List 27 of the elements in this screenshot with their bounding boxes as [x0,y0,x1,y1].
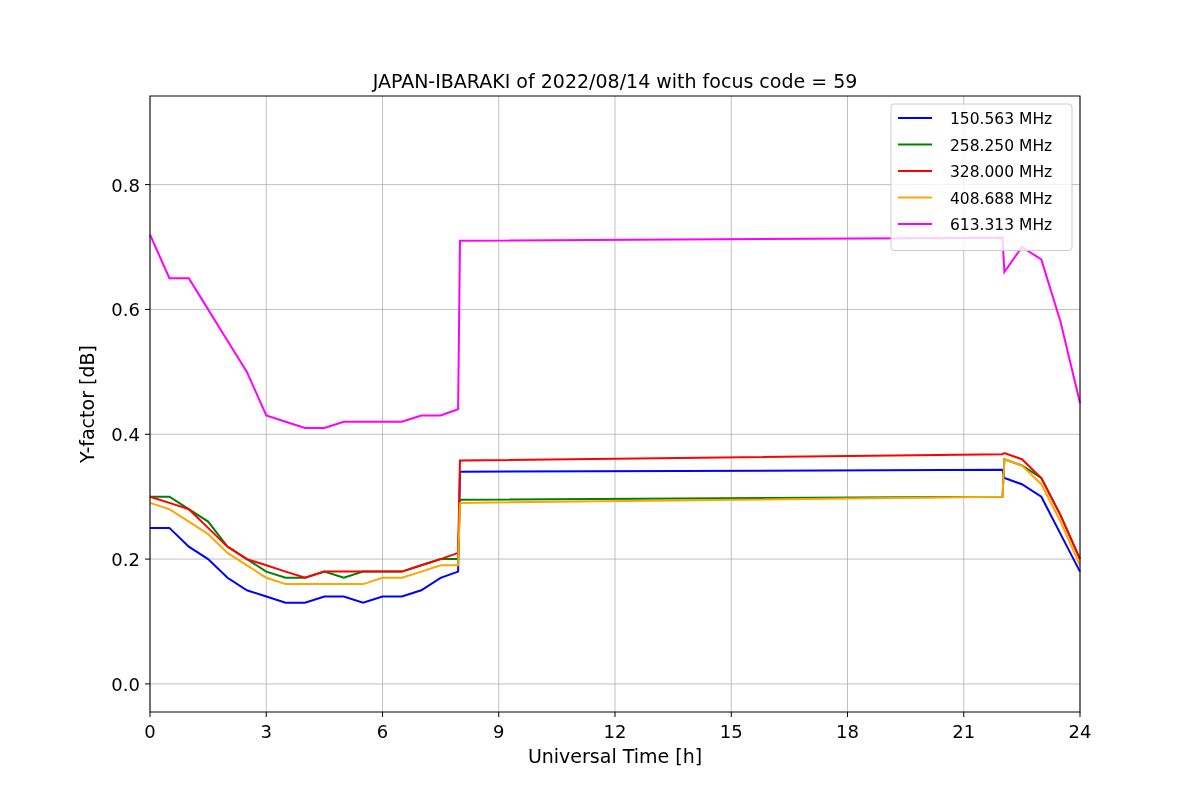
x-tick-label: 3 [260,721,272,742]
y-tick-label: 0.4 [111,424,140,446]
y-axis-label: Y-factor [dB] [76,345,98,463]
legend-line-icon [897,223,933,225]
x-tick-label: 24 [1068,721,1092,742]
y-tick-label: 0.6 [111,299,140,321]
x-tick-label: 0 [144,721,156,742]
legend-label: 328.000 MHz [950,163,1053,181]
x-tick-label: 12 [603,721,627,742]
legend-label: 150.563 MHz [950,110,1053,128]
x-tick-label: 18 [836,721,859,742]
legend-line-icon [897,117,933,119]
legend-line-icon [897,143,933,146]
chart-title: JAPAN-IBARAKI of 2022/08/14 with focus code = 59 [372,70,858,92]
legend-label: 408.688 MHz [950,189,1053,208]
x-tick-label: 6 [376,721,389,742]
legend-line-icon [897,170,933,172]
legend-label: 258.250 MHz [950,136,1053,155]
legend-line-icon [897,196,933,199]
y-tick-label: 0.0 [111,673,140,695]
x-tick-label: 21 [952,721,976,742]
y-tick-label: 0.2 [111,549,140,571]
x-tick-label: 15 [719,721,743,742]
x-axis-label: Universal Time [h] [527,745,703,767]
y-tick-label: 0.8 [111,174,140,196]
legend-label: 613.313 MHz [950,216,1053,234]
x-tick-label: 9 [493,721,505,742]
